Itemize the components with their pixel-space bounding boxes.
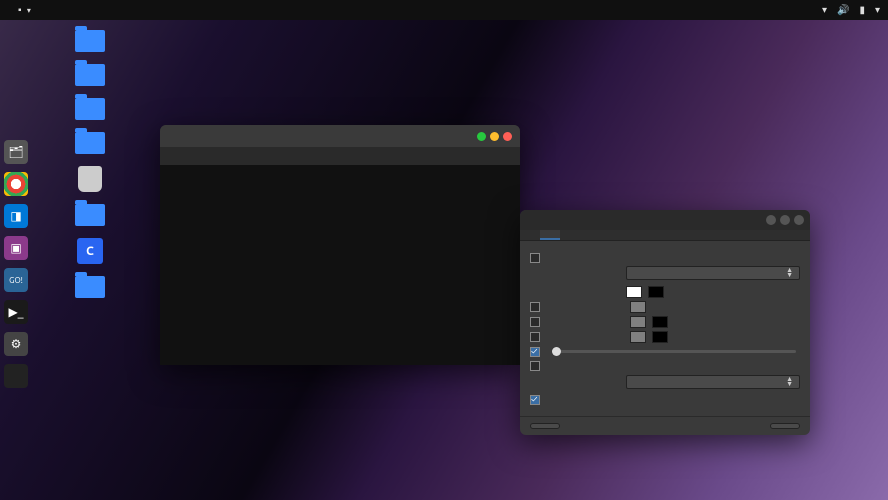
system-tray[interactable]: ▾ 🔊 ▮ ▾ (822, 4, 880, 16)
row-palette-scheme: ▲▼ (530, 375, 800, 389)
updown-icon: ▲▼ (786, 268, 793, 278)
network-icon[interactable]: ▾ (822, 4, 827, 16)
tab-compatibility[interactable] (600, 230, 620, 240)
row-default-color (530, 286, 800, 298)
swatch-default-bg[interactable] (648, 286, 664, 298)
checkbox-cursor-color[interactable] (530, 317, 540, 327)
dock-chrome[interactable] (4, 172, 28, 196)
row-system-transparency (530, 361, 800, 371)
updown-icon: ▲▼ (786, 377, 793, 387)
folder-psd[interactable] (55, 276, 125, 300)
select-builtin-scheme[interactable]: ▲▼ (626, 266, 800, 280)
dock-apps[interactable] (4, 364, 28, 388)
active-app-menu[interactable]: ▪ (18, 4, 31, 16)
maximize-button[interactable] (780, 215, 790, 225)
battery-icon[interactable]: ▮ (859, 4, 865, 16)
row-use-system-theme (530, 253, 800, 263)
tab-colors[interactable] (540, 230, 560, 240)
folder-icon (75, 204, 105, 226)
minimize-button[interactable] (477, 132, 486, 141)
terminal-body[interactable] (160, 165, 520, 365)
checkbox-bold-bright[interactable] (530, 395, 540, 405)
dock-files[interactable]: 🗂 (4, 140, 28, 164)
close-button[interactable] (794, 215, 804, 225)
dock-app1[interactable]: ▣ (4, 236, 28, 260)
slider-thumb[interactable] (552, 347, 561, 356)
swatch-highlight-text[interactable] (630, 331, 646, 343)
row-builtin-scheme: ▲▼ (530, 266, 800, 280)
checkbox-transparent-bg[interactable] (530, 347, 540, 357)
preferences-tabs (520, 230, 810, 241)
trash-icon (78, 166, 102, 192)
row-bold-bright (530, 395, 800, 405)
help-button[interactable] (530, 423, 560, 429)
power-icon[interactable]: ▾ (875, 4, 880, 16)
row-transparent-bg (530, 347, 800, 357)
folder-icon (75, 132, 105, 154)
row-highlight-color (530, 331, 800, 343)
checkbox-system-transparency[interactable] (530, 361, 540, 371)
folder-icon (75, 276, 105, 298)
close-button[interactable] (770, 423, 800, 429)
swatch-bold-text[interactable] (630, 301, 646, 313)
folder-blog[interactable] (55, 30, 125, 54)
css-icon: C (77, 238, 103, 264)
folder-algorithm[interactable] (55, 64, 125, 88)
row-bold-color (530, 301, 800, 313)
folder-icon (75, 30, 105, 52)
terminal-menubar (160, 147, 520, 165)
swatch-default-text[interactable] (626, 286, 642, 298)
swatch-highlight-bg[interactable] (652, 331, 668, 343)
dock: 🗂 ◨ ▣ GO! ▶_ ⚙ (4, 140, 28, 388)
close-button[interactable] (503, 132, 512, 141)
trash[interactable] (55, 166, 125, 194)
checkbox-bold-color[interactable] (530, 302, 540, 312)
dock-app2[interactable]: GO! (4, 268, 28, 292)
window-controls (766, 215, 804, 225)
volume-icon[interactable]: 🔊 (837, 4, 849, 16)
desktop-icons: C (55, 30, 125, 300)
tab-scrolling[interactable] (560, 230, 580, 240)
file-style[interactable]: C (55, 238, 125, 266)
row-cursor-color (530, 316, 800, 328)
checkbox-use-system-theme[interactable] (530, 253, 540, 263)
terminal-window: + ▾ (160, 125, 520, 365)
preferences-footer (520, 416, 810, 435)
folder-icon (75, 64, 105, 86)
swatch-cursor-text[interactable] (630, 316, 646, 328)
transparency-slider[interactable] (552, 350, 796, 353)
preferences-titlebar[interactable] (520, 210, 810, 230)
preferences-window: ▲▼ (520, 210, 810, 435)
swatch-cursor-bg[interactable] (652, 316, 668, 328)
tab-text[interactable] (520, 230, 540, 240)
dock-vscode[interactable]: ◨ (4, 204, 28, 228)
terminal-titlebar[interactable] (160, 125, 520, 147)
dock-terminal[interactable]: ▶_ (4, 300, 28, 324)
dock-settings[interactable]: ⚙ (4, 332, 28, 356)
minimize-button[interactable] (766, 215, 776, 225)
folder-gongzhonghao[interactable] (55, 132, 125, 156)
checkbox-highlight-color[interactable] (530, 332, 540, 342)
tab-command[interactable] (580, 230, 600, 240)
folder-sysdesign[interactable] (55, 204, 125, 228)
folder-icon (75, 98, 105, 120)
folder-redis[interactable] (55, 98, 125, 122)
window-controls (477, 132, 512, 141)
select-palette-scheme[interactable]: ▲▼ (626, 375, 800, 389)
topbar-left: ▪ (8, 4, 31, 16)
preferences-body: ▲▼ (520, 241, 810, 416)
maximize-button[interactable] (490, 132, 499, 141)
